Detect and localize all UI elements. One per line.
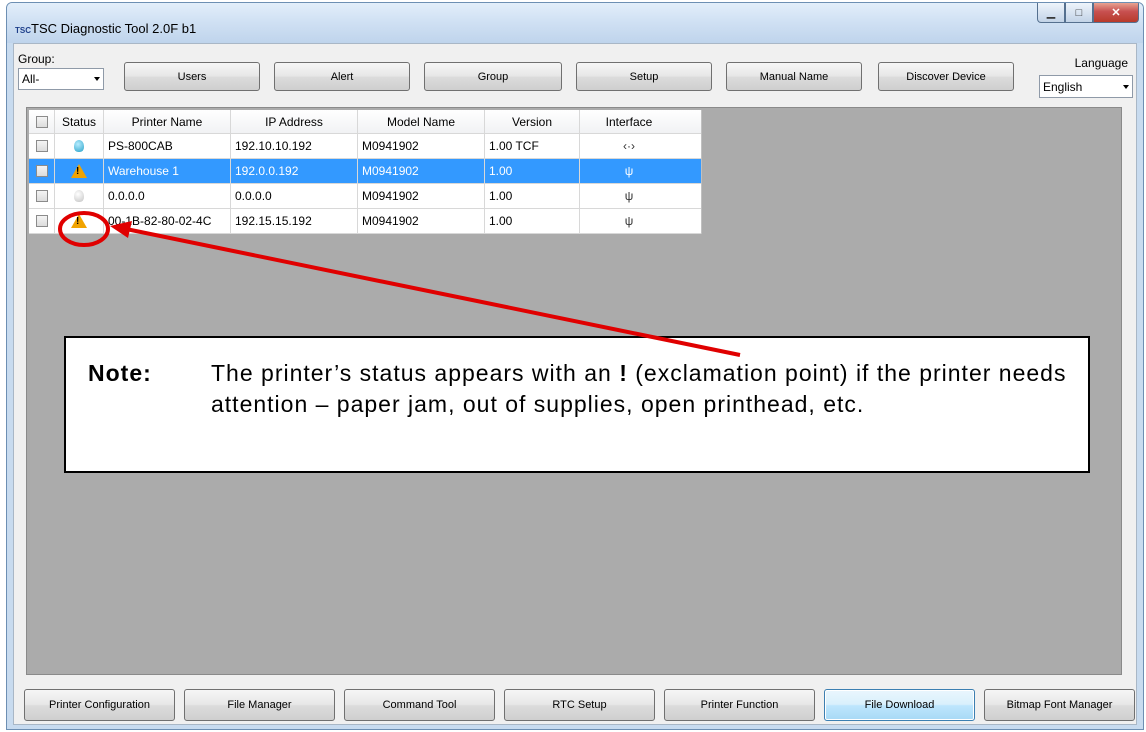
column-header-model-name[interactable]: Model Name (358, 110, 485, 133)
bulb-off-icon (74, 190, 84, 202)
warning-icon: ! (71, 214, 87, 228)
version-cell: 1.00 (485, 159, 580, 183)
row-checkbox[interactable] (35, 165, 48, 177)
note-label: Note: (88, 360, 152, 386)
group-select-value: All- (22, 72, 40, 86)
warning-icon: ! (71, 164, 87, 178)
row-checkbox[interactable] (35, 190, 48, 202)
setup-button[interactable]: Setup (576, 62, 712, 91)
chevron-down-icon (94, 77, 100, 81)
language-select[interactable]: English (1039, 75, 1133, 98)
status-cell (55, 184, 104, 208)
usb-icon: ψ (624, 214, 634, 228)
column-header-printer-name[interactable]: Printer Name (104, 110, 231, 133)
close-icon: ✕ (1111, 7, 1121, 19)
ethernet-icon: ‹·› (623, 139, 635, 153)
model-name-cell: M0941902 (358, 209, 485, 233)
minimize-button[interactable]: ▁ (1037, 3, 1065, 23)
printer-name-cell: 00-1B-82-80-02-4C (104, 209, 231, 233)
rtc-setup-button[interactable]: RTC Setup (504, 689, 655, 721)
usb-icon: ψ (624, 164, 634, 178)
printer-configuration-button[interactable]: Printer Configuration (24, 689, 175, 721)
file-manager-button[interactable]: File Manager (184, 689, 335, 721)
model-name-cell: M0941902 (358, 159, 485, 183)
status-cell (55, 134, 104, 158)
minimize-icon: ▁ (1046, 7, 1056, 19)
note-text: The printer’s status appears with an ! (… (211, 358, 1071, 420)
printer-function-button[interactable]: Printer Function (664, 689, 815, 721)
note-text-before: The printer’s status appears with an (211, 360, 620, 386)
row-checkbox-cell (29, 159, 55, 183)
printer-name-cell: 0.0.0.0 (104, 184, 231, 208)
table-header: Status Printer Name IP Address Model Nam… (29, 110, 701, 134)
ip-address-cell: 192.15.15.192 (231, 209, 358, 233)
printer-name-cell: Warehouse 1 (104, 159, 231, 183)
window-title: TSC Diagnostic Tool 2.0F b1 (31, 21, 197, 36)
group-button[interactable]: Group (424, 62, 562, 91)
interface-cell: ψ (580, 184, 678, 208)
column-header-status[interactable]: Status (55, 110, 104, 133)
close-button[interactable]: ✕ (1093, 3, 1139, 23)
language-select-value: English (1043, 79, 1083, 94)
maximize-button[interactable]: □ (1065, 3, 1093, 23)
column-header-interface[interactable]: Interface (580, 110, 678, 133)
interface-cell: ψ (580, 209, 678, 233)
table-row[interactable]: ! 00-1B-82-80-02-4C 192.15.15.192 M09419… (29, 209, 701, 234)
language-label: Language (1074, 56, 1128, 70)
table-row[interactable]: PS-800CAB 192.10.10.192 M0941902 1.00 TC… (29, 134, 701, 159)
row-checkbox-cell (29, 134, 55, 158)
file-download-button[interactable]: File Download (824, 689, 975, 721)
status-cell: ! (55, 209, 104, 233)
column-header-ip-address[interactable]: IP Address (231, 110, 358, 133)
group-label: Group: (18, 52, 55, 66)
version-cell: 1.00 TCF (485, 134, 580, 158)
row-checkbox[interactable] (35, 215, 48, 227)
model-name-cell: M0941902 (358, 134, 485, 158)
row-checkbox[interactable] (35, 140, 48, 152)
row-checkbox-cell (29, 184, 55, 208)
select-all-cell[interactable] (29, 110, 55, 133)
version-cell: 1.00 (485, 184, 580, 208)
row-checkbox-cell (29, 209, 55, 233)
printer-name-cell: PS-800CAB (104, 134, 231, 158)
interface-cell: ‹·› (580, 134, 678, 158)
command-tool-button[interactable]: Command Tool (344, 689, 495, 721)
bulb-icon (74, 140, 84, 152)
status-cell: ! (55, 159, 104, 183)
table-row[interactable]: ! Warehouse 1 192.0.0.192 M0941902 1.00 … (29, 159, 701, 184)
window-controls: ▁ □ ✕ (1037, 3, 1139, 23)
bitmap-font-manager-button[interactable]: Bitmap Font Manager (984, 689, 1135, 721)
version-cell: 1.00 (485, 209, 580, 233)
note-callout-box: Note: The printer’s status appears with … (64, 336, 1090, 473)
interface-cell: ψ (580, 159, 678, 183)
chevron-down-icon (1123, 84, 1129, 89)
maximize-icon: □ (1075, 6, 1083, 19)
column-header-version[interactable]: Version (485, 110, 580, 133)
title-bar[interactable]: TSC TSC Diagnostic Tool 2.0F b1 ▁ □ ✕ (7, 3, 1143, 43)
usb-icon: ψ (624, 189, 634, 203)
printer-table: Status Printer Name IP Address Model Nam… (29, 110, 702, 234)
users-button[interactable]: Users (124, 62, 260, 91)
table-row[interactable]: 0.0.0.0 0.0.0.0 M0941902 1.00 ψ (29, 184, 701, 209)
ip-address-cell: 0.0.0.0 (231, 184, 358, 208)
note-text-bold: ! (619, 360, 628, 386)
alert-button[interactable]: Alert (274, 62, 410, 91)
group-select[interactable]: All- (18, 68, 104, 90)
ip-address-cell: 192.0.0.192 (231, 159, 358, 183)
tsc-logo: TSC (15, 26, 31, 35)
discover-device-button[interactable]: Discover Device (878, 62, 1014, 91)
model-name-cell: M0941902 (358, 184, 485, 208)
manual-name-button[interactable]: Manual Name (726, 62, 862, 91)
select-all-checkbox[interactable] (35, 115, 48, 128)
ip-address-cell: 192.10.10.192 (231, 134, 358, 158)
